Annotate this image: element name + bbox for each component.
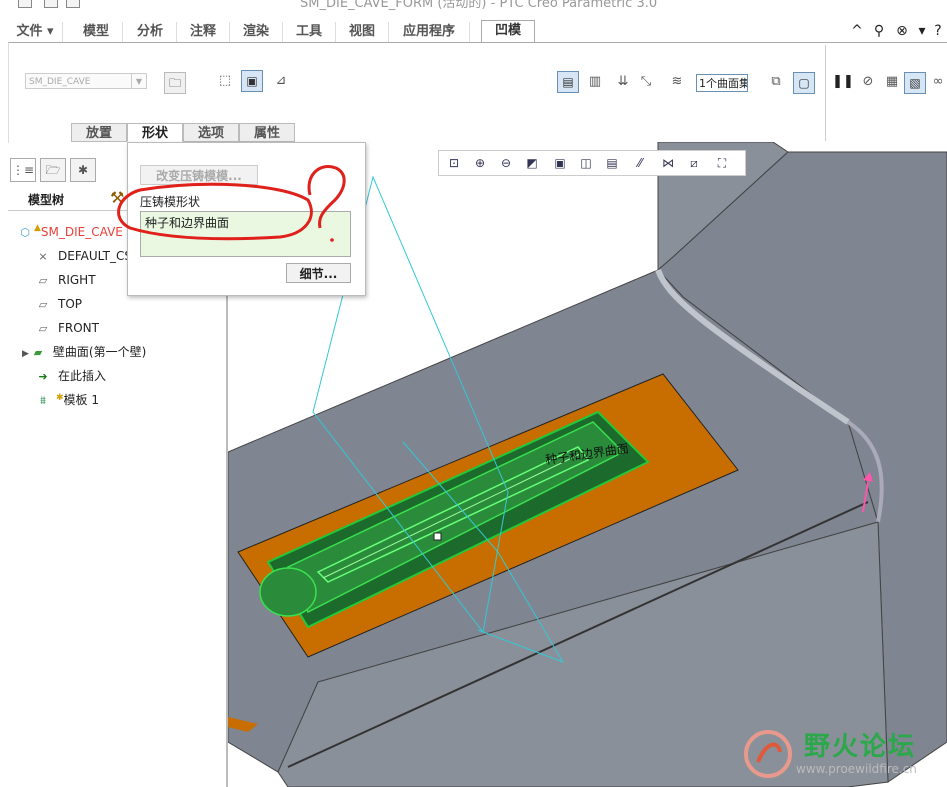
die-shape-value: 种子和边界曲面 [145, 216, 230, 230]
ribbon-collapse-icon[interactable]: ^ [848, 22, 866, 40]
csys-icon: ⨯ [38, 250, 48, 263]
search-icon[interactable]: ⚲ [870, 22, 888, 40]
tree-item-top[interactable]: ▱ TOP [34, 294, 82, 314]
surface-collector[interactable]: 1个曲面集 [696, 74, 748, 92]
help-center-icon[interactable]: ⊗ [893, 22, 911, 40]
feature-dashboard: SM_DIE_CAVE ▼ 🗀 ⬚ ▣ ⊿ ▤ ▥ ⇊ ⤡ ≋ 1个曲面集 ⧉ … [8, 42, 947, 143]
open-icon[interactable] [66, 0, 80, 8]
tab-render[interactable]: 渲染 [230, 22, 283, 42]
ribbon-tab-bar: 文件 ▾ 模型 分析 注释 渲染 工具 视图 应用程序 凹模 ^ ⚲ ⊗ ▾ ? [0, 18, 947, 44]
pointer-icon[interactable]: ⊿ [270, 70, 292, 92]
datum-display-icon[interactable]: ⁄⁄ [629, 153, 651, 173]
refit-icon[interactable]: ⊡ [443, 153, 465, 173]
help-icon[interactable]: ? [929, 22, 947, 40]
open-folder-icon[interactable]: 🗀 [164, 72, 186, 94]
perspective-icon[interactable]: ⛶ [711, 153, 733, 173]
pause-icon[interactable]: ❚❚ [832, 71, 854, 93]
tab-applications[interactable]: 应用程序 [389, 22, 470, 42]
display-style-icon[interactable]: ▣ [549, 153, 571, 173]
expand-arrow-icon[interactable]: ▶ [22, 349, 29, 359]
reference-model-select[interactable]: SM_DIE_CAVE ▼ [25, 73, 147, 89]
tree-item-root[interactable]: ⬡ ▲SM_DIE_CAVE [16, 222, 123, 242]
die-form-icon: ⩩ [40, 394, 46, 407]
datum-plane-icon: ▱ [38, 274, 48, 287]
direction-icon[interactable]: ⇊ [612, 71, 634, 93]
watermark-url: www.proewildfire.cn [796, 762, 917, 776]
change-die-model-button[interactable]: 改变压铸模模... [140, 165, 258, 185]
surface-icon[interactable]: ≋ [666, 71, 688, 93]
no-preview-icon[interactable]: ⊘ [857, 71, 879, 93]
glasses-icon[interactable]: ∞ [927, 71, 947, 93]
piercing-icon[interactable]: ▥ [584, 71, 606, 93]
title-bar: SM_DIE_CAVE_FORM (活动的) - PTC Creo Parame… [0, 0, 947, 18]
reference-model-value: SM_DIE_CAVE [29, 77, 91, 87]
tab-model[interactable]: 模型 [70, 22, 123, 42]
new-feature-icon: ✱ [56, 393, 64, 403]
model-tree-title: 模型树 [28, 193, 65, 207]
reference-part-active-icon[interactable]: ▣ [241, 70, 263, 92]
tab-tools[interactable]: 工具 [283, 22, 336, 42]
watermark-brand: 野火论坛 [804, 732, 917, 762]
chevron-down-icon[interactable]: ▼ [131, 74, 146, 88]
part-icon: ⬡ [20, 226, 30, 239]
tree-item-label: 壁曲面(第一个壁) [52, 345, 147, 359]
watermark-logo-icon [744, 730, 792, 778]
watermark: 野火论坛 www.proewildfire.cn [738, 720, 947, 787]
dashboard-separator [825, 45, 826, 141]
die-shape-collector[interactable]: 种子和边界曲面 [140, 211, 351, 257]
subtab-shape[interactable]: 形状 [127, 123, 183, 142]
tab-file[interactable]: 文件 ▾ [8, 22, 63, 42]
tree-item-label: TOP [58, 297, 83, 311]
datum-plane-icon: ▱ [38, 298, 48, 311]
subtab-options[interactable]: 选项 [183, 123, 239, 142]
reference-part-icon[interactable]: ⬚ [214, 70, 236, 92]
tab-analysis[interactable]: 分析 [124, 22, 177, 42]
view-toolbar: ⊡ ⊕ ⊖ ◩ ▣ ◫ ▤ ⁄⁄ ⋈ ⧄ ⛶ [438, 150, 746, 176]
subtab-placement[interactable]: 放置 [71, 123, 127, 142]
datum-plane-icon: ▱ [38, 322, 48, 335]
new-icon[interactable] [44, 0, 58, 8]
die-option-active-icon[interactable]: ▢ [793, 72, 815, 94]
green-end-cap [259, 567, 317, 617]
verify-icon[interactable]: ▧ [904, 72, 926, 94]
punch-icon[interactable]: ▤ [557, 71, 579, 93]
csys-marker [433, 532, 442, 541]
details-button[interactable]: 细节... [286, 263, 351, 283]
warning-icon: ▲ [34, 223, 41, 233]
spin-center-icon[interactable]: ⋈ [657, 153, 679, 173]
flip-icon[interactable]: ⤡ [635, 71, 657, 93]
die-option-icon[interactable]: ⧉ [765, 71, 787, 93]
favorites-tab-icon[interactable]: ✱ [70, 158, 96, 182]
tree-item-label: 模板 1 [63, 393, 99, 407]
tree-item-die[interactable]: ⩩ ✱模板 1 [34, 390, 99, 410]
tree-item-wall[interactable]: ▶ ▰ 壁曲面(第一个壁) [22, 342, 146, 362]
tab-annotate[interactable]: 注释 [177, 22, 230, 42]
save-icon[interactable] [18, 0, 32, 8]
repaint-icon[interactable]: ◩ [521, 153, 543, 173]
zoom-out-icon[interactable]: ⊖ [495, 153, 517, 173]
tree-item-label: FRONT [58, 321, 99, 335]
shape-panel: 改变压铸模模... 压铸模形状 种子和边界曲面 细节... [127, 142, 366, 296]
window-title: SM_DIE_CAVE_FORM (活动的) - PTC Creo Parame… [300, 0, 658, 11]
model-tree-tab-icon[interactable]: ⋮≡ [10, 158, 36, 182]
subtab-properties[interactable]: 属性 [239, 123, 295, 142]
tree-item-label: 在此插入 [58, 369, 107, 383]
view-manager-icon[interactable]: ▤ [601, 153, 623, 173]
preview-icon[interactable]: ▦ [881, 71, 903, 93]
tab-die[interactable]: 凹模 [481, 20, 535, 44]
tree-item-label: RIGHT [58, 273, 96, 287]
zoom-in-icon[interactable]: ⊕ [469, 153, 491, 173]
wall-icon: ▰ [33, 346, 43, 359]
tree-item-label: SM_DIE_CAVE [40, 225, 123, 239]
tree-settings-icon[interactable]: ⚒ [110, 188, 124, 207]
tree-item-right[interactable]: ▱ RIGHT [34, 270, 96, 290]
folder-browser-tab-icon[interactable]: 🗁 [40, 158, 66, 182]
annotation-display-icon[interactable]: ⧄ [683, 153, 705, 173]
die-shape-label: 压铸模形状 [140, 195, 201, 209]
insert-arrow-icon: ➜ [38, 370, 48, 383]
tree-item-insert-here[interactable]: ➜ 在此插入 [34, 366, 106, 386]
tree-item-front[interactable]: ▱ FRONT [34, 318, 99, 338]
saved-views-icon[interactable]: ◫ [575, 153, 597, 173]
tab-view[interactable]: 视图 [336, 22, 389, 42]
